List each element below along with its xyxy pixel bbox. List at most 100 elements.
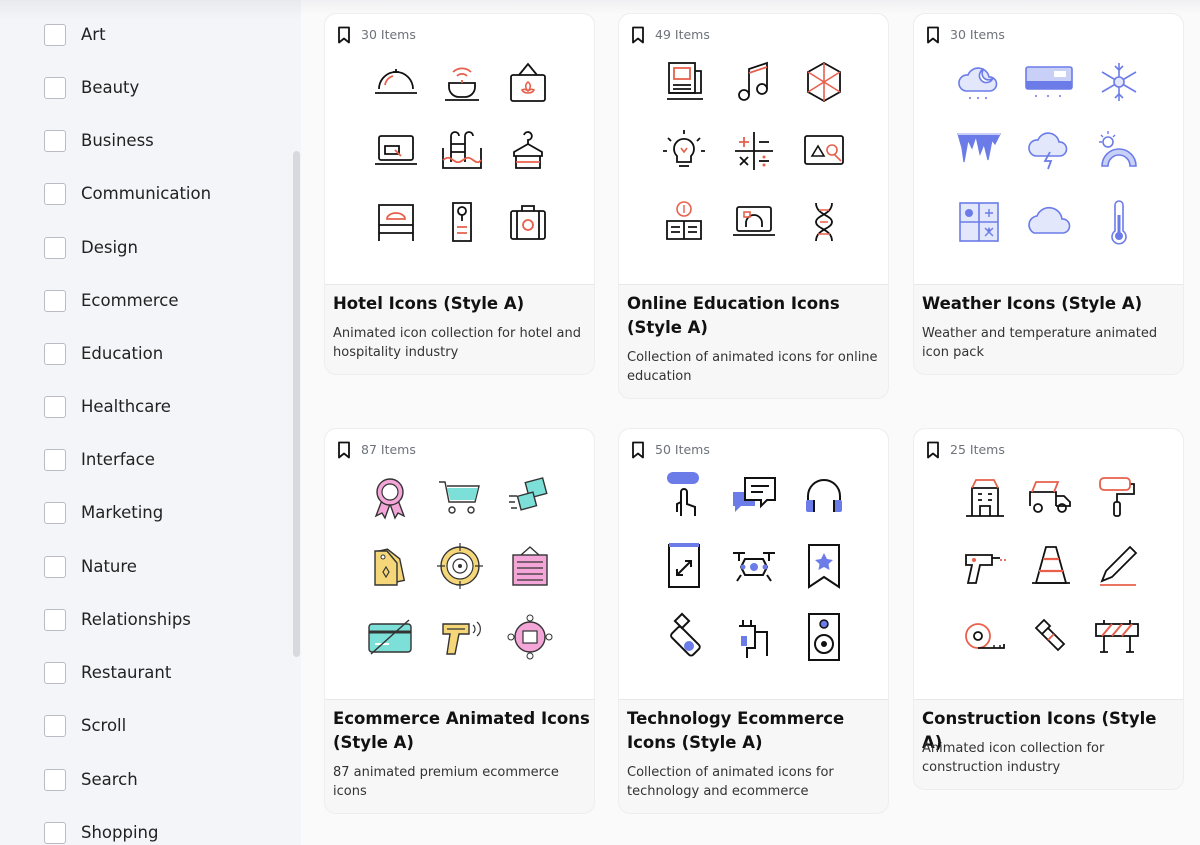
icon-pack-card-technology-ecommerce[interactable]: 50 Items Technology Ecommerce Icons (Sty…	[618, 428, 889, 814]
power-drill-icon	[965, 554, 1006, 584]
category-filter-marketing[interactable]: Marketing	[44, 501, 163, 525]
snowflake-icon	[1101, 63, 1137, 101]
category-filter-beauty[interactable]: Beauty	[44, 76, 139, 100]
smart-plug-icon	[739, 620, 768, 658]
category-filter-communication[interactable]: Communication	[44, 182, 211, 206]
category-filter-healthcare[interactable]: Healthcare	[44, 395, 171, 419]
tablet-expand-icon	[668, 543, 700, 588]
card-description: 87 animated premium ecommerce icons	[333, 765, 559, 799]
icon-pack-preview: 50 Items	[619, 429, 888, 700]
checkbox[interactable]	[44, 183, 66, 205]
checkbox[interactable]	[44, 77, 66, 99]
checkbox[interactable]	[44, 822, 66, 844]
shapes-image-icon	[804, 135, 844, 165]
category-filter-shopping[interactable]: Shopping	[44, 821, 159, 845]
category-label: Art	[81, 25, 106, 44]
shopping-network-icon	[507, 614, 553, 660]
award-badge-icon	[374, 478, 406, 520]
category-label: Marketing	[81, 503, 164, 522]
category-label: Education	[81, 344, 164, 363]
bookmark-icon[interactable]	[631, 441, 645, 459]
checkbox[interactable]	[44, 769, 66, 791]
category-filter-restaurant[interactable]: Restaurant	[44, 661, 171, 685]
target-icon	[437, 543, 483, 589]
category-filter-relationships[interactable]: Relationships	[44, 608, 191, 632]
category-label: Scroll	[81, 716, 127, 735]
category-label: Shopping	[81, 823, 159, 842]
bookmark-icon[interactable]	[337, 26, 351, 44]
bookmark-icon[interactable]	[337, 441, 351, 459]
item-count: 87 Items	[361, 442, 416, 457]
card-description: Collection of animated icons for technol…	[627, 765, 834, 799]
card-description: Weather and temperature animated icon pa…	[922, 326, 1158, 360]
checkbox[interactable]	[44, 502, 66, 524]
category-filter-scroll[interactable]: Scroll	[44, 714, 126, 738]
bookmark-icon[interactable]	[631, 26, 645, 44]
speaker-icon	[808, 613, 840, 661]
card-title: Weather Icons (Style A)	[922, 294, 1143, 313]
checkbox[interactable]	[44, 130, 66, 152]
item-count: 25 Items	[950, 442, 1005, 457]
category-filter-interface[interactable]: Interface	[44, 448, 155, 472]
icon-pack-preview: 87 Items	[325, 429, 594, 700]
icon-pack-card-construction[interactable]: 25 Items Construction Icons (Style A) An…	[913, 428, 1184, 790]
category-filter-art[interactable]: Art	[44, 23, 106, 47]
drone-icon	[733, 552, 775, 582]
laptop-headphones-icon	[733, 206, 775, 236]
category-filter-education[interactable]: Education	[44, 342, 163, 366]
hanger-icon	[513, 131, 543, 169]
door-hanger-icon	[452, 202, 472, 242]
checkbox[interactable]	[44, 609, 66, 631]
card-title: Ecommerce Animated Icons (Style A)	[333, 709, 590, 752]
usb-drive-icon	[670, 612, 701, 657]
dollar-book-icon	[666, 201, 702, 240]
swimming-pool-icon	[442, 131, 482, 169]
sidebar-scrollbar[interactable]	[293, 151, 300, 657]
icon-pack-card-ecommerce-animated[interactable]: 87 Items Ecommerce Animated Icons (Style…	[324, 428, 595, 814]
category-label: Ecommerce	[81, 291, 179, 310]
bookmark-icon[interactable]	[926, 26, 940, 44]
touch-button-icon	[667, 472, 699, 516]
price-tags-icon	[374, 548, 406, 586]
category-label: Search	[81, 770, 138, 789]
delivery-boxes-icon	[509, 477, 548, 511]
category-label: Nature	[81, 557, 137, 576]
flashlight-icon	[1034, 618, 1066, 652]
checkbox[interactable]	[44, 662, 66, 684]
checkbox[interactable]	[44, 556, 66, 578]
air-conditioner-icon	[1025, 66, 1073, 97]
category-label: Design	[81, 238, 138, 257]
card-title: Hotel Icons (Style A)	[333, 294, 525, 313]
checkbox[interactable]	[44, 396, 66, 418]
category-filter-ecommerce[interactable]: Ecommerce	[44, 289, 179, 313]
checkbox[interactable]	[44, 343, 66, 365]
item-count: 50 Items	[655, 442, 710, 457]
item-count: 30 Items	[361, 27, 416, 42]
checkbox[interactable]	[44, 24, 66, 46]
weather-grid-icon	[959, 202, 999, 242]
card-description: Collection of animated icons for online …	[627, 350, 878, 384]
card-description: Animated icon collection for constructio…	[922, 741, 1105, 775]
icon-pack-preview: 30 Items	[914, 14, 1183, 285]
category-filter-nature[interactable]: Nature	[44, 555, 137, 579]
calculator-signs-icon	[735, 132, 773, 170]
music-note-icon	[738, 61, 768, 101]
checkbox[interactable]	[44, 290, 66, 312]
dump-truck-icon	[1029, 481, 1071, 513]
category-filter-business[interactable]: Business	[44, 129, 154, 153]
checkbox[interactable]	[44, 449, 66, 471]
road-barrier-icon	[1095, 620, 1139, 653]
cube-icon	[807, 61, 841, 103]
cloud-moon-rain-icon	[958, 67, 998, 99]
icon-pack-card-weather[interactable]: 30 Items Weather Icons (Style A) Weather…	[913, 13, 1184, 375]
checkbox[interactable]	[44, 237, 66, 259]
icon-pack-card-online-education[interactable]: 49 Items Online Education Icons (Style A…	[618, 13, 889, 399]
category-label: Communication	[81, 184, 212, 203]
thermometer-icon	[1111, 200, 1127, 245]
icon-pack-card-hotel[interactable]: 30 Items Hotel Icons (Style A) Animated …	[324, 13, 595, 375]
category-filter-design[interactable]: Design	[44, 236, 138, 260]
checkbox[interactable]	[44, 715, 66, 737]
bookmark-icon[interactable]	[926, 441, 940, 459]
category-filter-search[interactable]: Search	[44, 768, 138, 792]
suitcase-icon	[510, 205, 546, 240]
